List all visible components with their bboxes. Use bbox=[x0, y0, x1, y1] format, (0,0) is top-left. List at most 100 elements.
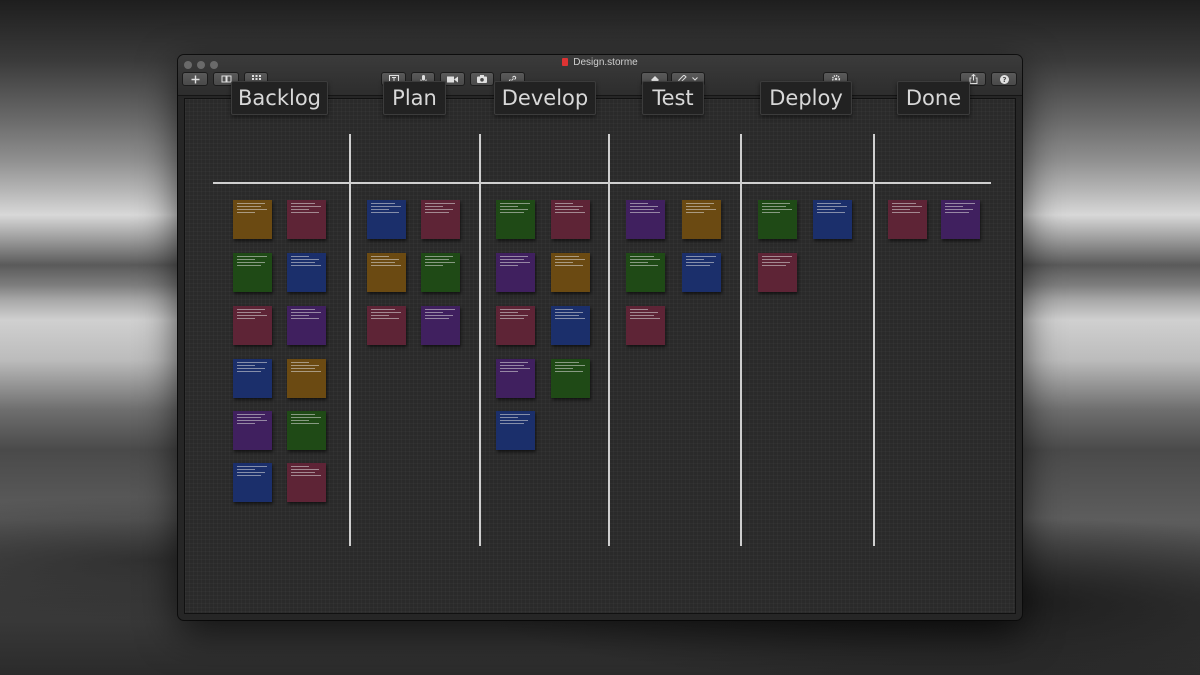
note-text-line bbox=[371, 312, 401, 313]
note-text-line bbox=[500, 371, 518, 372]
note-text-line bbox=[371, 318, 399, 319]
sticky-note[interactable] bbox=[758, 253, 797, 292]
column-divider bbox=[873, 134, 875, 546]
sticky-note[interactable] bbox=[287, 253, 326, 292]
note-text-line bbox=[291, 265, 321, 266]
note-text-line bbox=[630, 312, 658, 313]
note-text-line bbox=[500, 417, 518, 418]
sticky-note[interactable] bbox=[287, 200, 326, 239]
note-text-line bbox=[291, 212, 319, 213]
sticky-note[interactable] bbox=[496, 200, 535, 239]
sticky-note[interactable] bbox=[367, 306, 406, 345]
photo-button[interactable] bbox=[470, 72, 494, 86]
sticky-note[interactable] bbox=[551, 306, 590, 345]
sticky-note[interactable] bbox=[496, 253, 535, 292]
sticky-note[interactable] bbox=[287, 359, 326, 398]
sticky-note[interactable] bbox=[682, 253, 721, 292]
window-title: Design.storme bbox=[178, 57, 1022, 68]
sticky-note[interactable] bbox=[233, 200, 272, 239]
note-text-line bbox=[371, 203, 395, 204]
note-text-line bbox=[762, 259, 780, 260]
sticky-note[interactable] bbox=[287, 411, 326, 450]
sticky-note[interactable] bbox=[421, 253, 460, 292]
sticky-note[interactable] bbox=[496, 359, 535, 398]
svg-text:?: ? bbox=[1002, 76, 1006, 84]
column-header-develop[interactable]: Develop bbox=[494, 81, 596, 115]
note-text-line bbox=[555, 265, 583, 266]
help-button[interactable]: ? bbox=[991, 72, 1017, 86]
note-text-line bbox=[555, 371, 583, 372]
sticky-note[interactable] bbox=[941, 200, 980, 239]
column-header-deploy[interactable]: Deploy bbox=[760, 81, 852, 115]
note-text-line bbox=[892, 206, 922, 207]
column-header-test[interactable]: Test bbox=[642, 81, 704, 115]
note-text-line bbox=[237, 371, 261, 372]
note-text-line bbox=[500, 212, 524, 213]
book-icon bbox=[221, 75, 231, 83]
note-text-line bbox=[237, 362, 267, 363]
sticky-note[interactable] bbox=[367, 253, 406, 292]
note-text-line bbox=[291, 209, 309, 210]
note-text-line bbox=[817, 209, 835, 210]
note-text-line bbox=[291, 371, 321, 372]
note-text-line bbox=[500, 203, 530, 204]
note-text-line bbox=[500, 262, 530, 263]
note-text-line bbox=[291, 259, 319, 260]
note-text-line bbox=[555, 309, 573, 310]
note-text-line bbox=[291, 262, 315, 263]
sticky-note[interactable] bbox=[626, 306, 665, 345]
note-text-line bbox=[817, 212, 845, 213]
sticky-note[interactable] bbox=[421, 200, 460, 239]
sticky-note[interactable] bbox=[758, 200, 797, 239]
sticky-note[interactable] bbox=[682, 200, 721, 239]
sticky-note[interactable] bbox=[496, 411, 535, 450]
sticky-note[interactable] bbox=[367, 200, 406, 239]
note-text-line bbox=[500, 423, 524, 424]
note-text-line bbox=[762, 212, 780, 213]
sticky-note[interactable] bbox=[233, 463, 272, 502]
note-text-line bbox=[500, 309, 530, 310]
note-text-line bbox=[291, 466, 309, 467]
note-text-line bbox=[291, 368, 315, 369]
note-text-line bbox=[291, 420, 309, 421]
sticky-note[interactable] bbox=[496, 306, 535, 345]
column-header-done[interactable]: Done bbox=[897, 81, 970, 115]
camera-icon bbox=[477, 75, 487, 83]
note-text-line bbox=[291, 472, 315, 473]
board-canvas[interactable] bbox=[184, 98, 1016, 614]
sticky-note[interactable] bbox=[888, 200, 927, 239]
note-text-line bbox=[686, 256, 716, 257]
add-button[interactable] bbox=[182, 72, 208, 86]
sticky-note[interactable] bbox=[421, 306, 460, 345]
sticky-note[interactable] bbox=[233, 253, 272, 292]
note-text-line bbox=[291, 256, 309, 257]
sticky-note[interactable] bbox=[287, 463, 326, 502]
note-text-line bbox=[555, 259, 585, 260]
column-header-plan[interactable]: Plan bbox=[383, 81, 446, 115]
sticky-note[interactable] bbox=[287, 306, 326, 345]
sticky-note[interactable] bbox=[233, 306, 272, 345]
note-text-line bbox=[500, 265, 518, 266]
sticky-note[interactable] bbox=[551, 253, 590, 292]
sticky-note[interactable] bbox=[626, 253, 665, 292]
note-text-line bbox=[686, 262, 714, 263]
sticky-note[interactable] bbox=[551, 359, 590, 398]
column-header-backlog[interactable]: Backlog bbox=[231, 81, 328, 115]
note-text-line bbox=[371, 265, 401, 266]
column-divider bbox=[349, 134, 351, 546]
sticky-note[interactable] bbox=[233, 359, 272, 398]
note-text-line bbox=[237, 318, 255, 319]
note-text-line bbox=[425, 209, 453, 210]
note-text-line bbox=[500, 362, 528, 363]
note-text-line bbox=[500, 414, 530, 415]
sticky-note[interactable] bbox=[626, 200, 665, 239]
note-text-line bbox=[500, 206, 518, 207]
sticky-note[interactable] bbox=[813, 200, 852, 239]
note-text-line bbox=[892, 212, 920, 213]
note-text-line bbox=[762, 206, 786, 207]
note-text-line bbox=[555, 365, 585, 366]
sticky-note[interactable] bbox=[233, 411, 272, 450]
note-text-line bbox=[555, 362, 579, 363]
note-text-line bbox=[237, 469, 255, 470]
sticky-note[interactable] bbox=[551, 200, 590, 239]
